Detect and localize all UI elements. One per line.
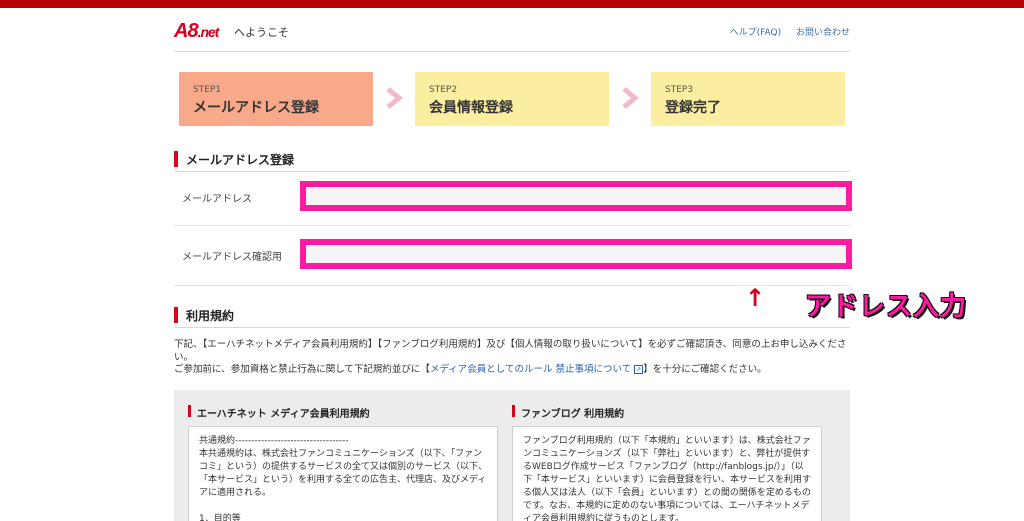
terms-line: 1．目的等	[199, 514, 241, 521]
external-link-icon[interactable]: ↗	[634, 365, 644, 374]
email-confirm-label: メールアドレス確認用	[182, 252, 282, 263]
step-title: メールアドレス登録	[193, 100, 319, 116]
terms-section-heading: 利用規約	[174, 306, 850, 328]
step-3-complete: STEP3 登録完了	[651, 72, 845, 126]
top-red-bar	[0, 0, 1024, 8]
media-terms-scrollbox[interactable]: 共通規約----------------------------------- …	[188, 426, 498, 521]
chevron-right-icon	[386, 87, 403, 109]
media-terms-column: エーハチネット メディア会員利用規約 共通規約-----------------…	[188, 404, 498, 521]
notice-line-2: ご参加前に、参加資格と禁止行為に関して下記規約並びに【メディア会員としてのルール…	[174, 364, 767, 375]
terms-line: 共通規約-----------------------------------	[199, 436, 349, 446]
step-title: 会員情報登録	[429, 100, 513, 116]
heading-accent-bar	[174, 307, 178, 323]
email-row: メールアドレス	[174, 172, 852, 226]
step-number: STEP3	[665, 85, 694, 95]
heading-accent-bar	[188, 405, 191, 417]
fanblog-terms-scrollbox[interactable]: ファンブログ利用規約（以下「本規約」といいます）は、株式会社ファンコミュニケーシ…	[512, 426, 822, 521]
terms-area: エーハチネット メディア会員利用規約 共通規約-----------------…	[174, 390, 850, 521]
email-label: メールアドレス	[182, 194, 252, 205]
email-confirm-input[interactable]	[300, 239, 852, 269]
notice-line-1: 下記、【エーハチネットメディア会員利用規約】【ファンブログ利用規約】及び【個人情…	[174, 339, 847, 363]
step-number: STEP1	[193, 85, 222, 95]
section-title: 利用規約	[186, 309, 235, 323]
fanblog-terms-heading: ファンブログ 利用規約	[512, 404, 822, 422]
header-links: ヘルプ(FAQ) お問い合わせ	[718, 25, 850, 38]
step-number: STEP2	[429, 85, 458, 95]
terms-line	[199, 500, 487, 513]
chevron-right-icon	[622, 87, 639, 109]
email-section-heading: メールアドレス登録	[174, 150, 850, 172]
welcome-text: へようこそ	[234, 26, 289, 39]
heading-accent-bar	[512, 405, 515, 417]
step-2-member-info: STEP2 会員情報登録	[415, 72, 609, 126]
page-header: A8.net へようこそ ヘルプ(FAQ) お問い合わせ	[174, 18, 850, 52]
step-1-email-registration: STEP1 メールアドレス登録	[179, 72, 373, 126]
help-faq-link[interactable]: ヘルプ(FAQ)	[730, 28, 781, 38]
section-title: メールアドレス登録	[186, 153, 295, 167]
fanblog-terms-column: ファンブログ 利用規約 ファンブログ利用規約（以下「本規約」といいます）は、株式…	[512, 404, 822, 521]
email-input[interactable]	[300, 181, 852, 211]
a8net-logo[interactable]: A8.net	[174, 20, 219, 43]
terms-line: ファンブログ利用規約（以下「本規約」といいます）は、株式会社ファンコミュニケーシ…	[523, 436, 812, 521]
step-title: 登録完了	[665, 100, 721, 116]
email-confirm-row: メールアドレス確認用	[174, 226, 852, 286]
media-terms-heading: エーハチネット メディア会員利用規約	[188, 404, 498, 422]
terms-notice: 下記、【エーハチネットメディア会員利用規約】【ファンブログ利用規約】及び【個人情…	[174, 339, 850, 377]
contact-link[interactable]: お問い合わせ	[796, 28, 850, 38]
prohibited-rules-link[interactable]: メディア会員としてのルール 禁止事項について	[430, 364, 631, 375]
heading-accent-bar	[174, 151, 178, 167]
terms-line: 本共通規約は、株式会社ファンコミュニケーションズ（以下、「ファンコミ」という）の…	[199, 449, 488, 498]
